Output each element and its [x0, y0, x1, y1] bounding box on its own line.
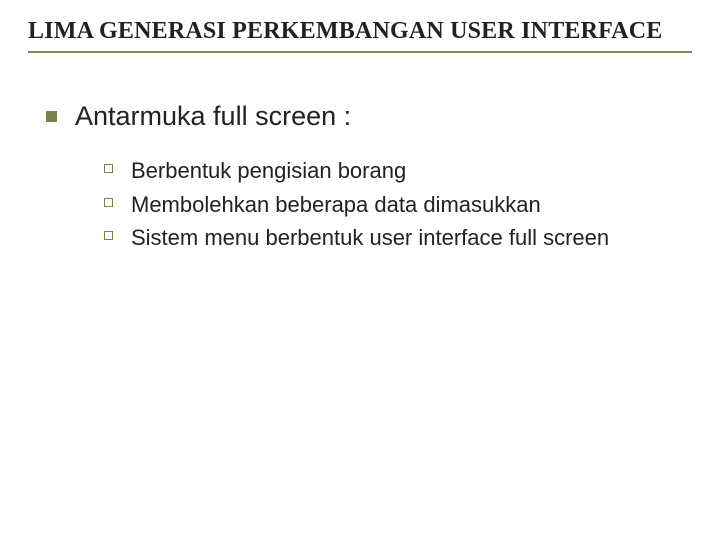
list-item: Membolehkan beberapa data dimasukkan: [104, 190, 692, 220]
title-container: LIMA GENERASI PERKEMBANGAN USER INTERFAC…: [28, 18, 692, 53]
bullet-square-icon: [46, 111, 57, 122]
bullet-hollow-icon: [104, 198, 113, 207]
list-item-text: Berbentuk pengisian borang: [131, 156, 406, 186]
bullet-hollow-icon: [104, 164, 113, 173]
list-item: Berbentuk pengisian borang: [104, 156, 692, 186]
bullet-hollow-icon: [104, 231, 113, 240]
sub-list: Berbentuk pengisian borang Membolehkan b…: [104, 156, 692, 253]
list-item-text: Membolehkan beberapa data dimasukkan: [131, 190, 541, 220]
section-heading: Antarmuka full screen :: [75, 101, 351, 132]
list-item: Sistem menu berbentuk user interface ful…: [104, 223, 692, 253]
section: Antarmuka full screen :: [46, 101, 692, 132]
list-item-text: Sistem menu berbentuk user interface ful…: [131, 223, 609, 253]
slide-title: LIMA GENERASI PERKEMBANGAN USER INTERFAC…: [28, 18, 692, 45]
